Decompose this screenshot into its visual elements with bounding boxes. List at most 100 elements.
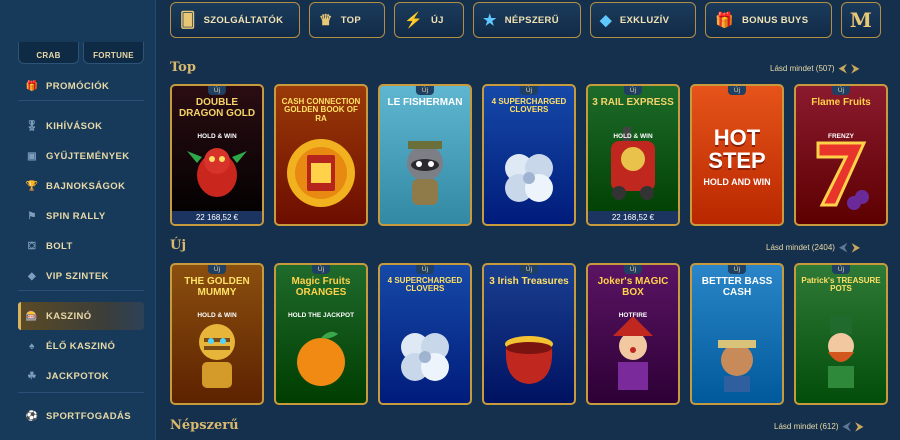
- next-arrow-icon[interactable]: ⮞: [851, 241, 860, 253]
- game-title: 4 SUPERCHARGED CLOVERS: [387, 276, 463, 294]
- game-title: LE FISHERMAN: [387, 97, 463, 108]
- m-logo-icon: M: [849, 8, 873, 32]
- sidebar-item-2[interactable]: 🎖 KIHÍVÁSOK: [18, 112, 144, 140]
- game-subtitle: HOLD & WIN: [197, 133, 237, 140]
- category-label: SZOLGÁLTATÓK: [203, 14, 284, 26]
- category-tab-7[interactable]: M: [841, 2, 881, 38]
- new-badge: Új: [311, 265, 331, 274]
- new-badge: Új: [207, 265, 227, 274]
- jackpot-amount: 22 168,52 €: [172, 211, 262, 224]
- category-tab-3[interactable]: ⚡ ÚJ: [394, 2, 464, 38]
- new-badge: Új: [415, 86, 435, 95]
- game-card[interactable]: Új HOT STEP HOLD AND WIN: [690, 84, 784, 226]
- sidebar-item-1[interactable]: 🎁 PROMÓCIÓK: [18, 72, 144, 100]
- category-tab-2[interactable]: ♛ TOP: [309, 2, 385, 38]
- game-subtitle: HOLD & WIN: [613, 133, 653, 140]
- game-subtitle: HOLD THE JACKPOT: [287, 312, 355, 319]
- gem-icon: ◆: [600, 12, 612, 29]
- game-card[interactable]: Új Patrick's TREASURE POTS: [794, 263, 888, 405]
- game-card[interactable]: Új 4 SUPERCHARGED CLOVERS: [378, 263, 472, 405]
- game-title: Joker's MAGIC BOX: [597, 276, 669, 298]
- sidebar-item-4[interactable]: 🏆 BAJNOKSÁGOK: [18, 172, 144, 200]
- sidebar-item-label: PROMÓCIÓK: [46, 80, 110, 92]
- crown-icon: ♛: [319, 12, 333, 29]
- game-card[interactable]: Új THE GOLDEN MUMMY HOLD & WIN: [170, 263, 264, 405]
- sidebar-item-label: BAJNOKSÁGOK: [46, 180, 126, 192]
- sidebar-item-label: KIHÍVÁSOK: [46, 120, 103, 132]
- live-casino-icon: ♠: [29, 340, 35, 352]
- sidebar-divider: [18, 290, 144, 291]
- category-tab-6[interactable]: 🎁 BONUS BUYS: [705, 2, 832, 38]
- game-card[interactable]: Új Magic Fruits ORANGES HOLD THE JACKPOT: [274, 263, 368, 405]
- star-icon: ★: [483, 12, 497, 29]
- gift-box-icon: 🎁: [715, 12, 734, 29]
- sidebar-top-chips: CRAB FORTUNE: [18, 42, 144, 64]
- sidebar-item-10[interactable]: ☘ JACKPOTOK: [18, 362, 144, 390]
- prev-arrow-icon[interactable]: ⮜: [838, 62, 847, 74]
- game-card[interactable]: Új BETTER BASS CASH: [690, 263, 784, 405]
- game-artwork: [182, 133, 252, 208]
- game-title: Patrick's TREASURE POTS: [801, 276, 881, 294]
- game-artwork: [598, 312, 668, 397]
- game-title: 4 SUPERCHARGED CLOVERS: [491, 97, 567, 115]
- game-card[interactable]: Új LE FISHERMAN: [378, 84, 472, 226]
- prev-arrow-icon[interactable]: ⮜: [842, 420, 851, 432]
- category-bar: 🂠 SZOLGÁLTATÓK ♛ TOP ⚡ ÚJ ★ NÉPSZERŰ ◆ EXKLUZÍV 🎁 B…: [170, 2, 881, 42]
- sidebar-item-label: KASZINÓ: [46, 310, 92, 322]
- sidebar-item-6[interactable]: ⛋ BOLT: [18, 232, 144, 260]
- category-tab-4[interactable]: ★ NÉPSZERŰ: [473, 2, 581, 38]
- game-title: 3 Irish Treasures: [489, 276, 569, 287]
- category-label: ÚJ: [430, 14, 444, 26]
- new-badge: Új: [415, 265, 435, 274]
- game-card[interactable]: Új Joker's MAGIC BOX HOTFIRE: [586, 263, 680, 405]
- category-tab-1[interactable]: 🂠 SZOLGÁLTATÓK: [170, 2, 300, 38]
- game-artwork: [806, 312, 876, 397]
- card-icon: 🂠: [180, 12, 196, 29]
- prev-arrow-icon[interactable]: ⮜: [839, 241, 848, 253]
- game-card[interactable]: Új 3 RAIL EXPRESS HOLD & WIN 22 168,52 €: [586, 84, 680, 226]
- slot-machine-icon: 🎰: [25, 310, 39, 322]
- game-title: Magic Fruits ORANGES: [291, 276, 351, 298]
- new-badge: Új: [623, 265, 643, 274]
- sidebar-item-7[interactable]: ◆ VIP SZINTEK: [18, 262, 144, 290]
- game-card[interactable]: Új 4 SUPERCHARGED CLOVERS: [482, 84, 576, 226]
- game-row-top: Új DOUBLE DRAGON GOLD HOLD & WIN 22 168,52 …: [170, 84, 890, 226]
- new-badge: Új: [519, 86, 539, 95]
- new-badge: Új: [519, 265, 539, 274]
- see-all-nepszeru: Lásd mindet (612) ⮜ ⮞: [774, 420, 864, 432]
- shop-icon: ⛋: [27, 240, 36, 252]
- see-all-uj-link[interactable]: Lásd mindet (2404): [766, 243, 835, 252]
- sidebar-chip-crab[interactable]: CRAB: [18, 42, 79, 64]
- sidebar-item-11[interactable]: ⚽ SPORTFOGADÁS: [18, 402, 144, 430]
- game-artwork: [390, 322, 460, 397]
- new-badge: Új: [831, 265, 851, 274]
- sidebar-chip-fortune[interactable]: FORTUNE: [83, 42, 144, 64]
- sidebar-item-5[interactable]: ⚑ SPIN RALLY: [18, 202, 144, 230]
- see-all-top-link[interactable]: Lásd mindet (507): [770, 64, 834, 73]
- sidebar-item-9[interactable]: ♠ ÉLŐ KASZINÓ: [18, 332, 144, 360]
- new-badge: Új: [727, 86, 747, 95]
- next-arrow-icon[interactable]: ⮞: [855, 420, 864, 432]
- game-card[interactable]: CASH CONNECTION GOLDEN BOOK OF RA: [274, 84, 368, 226]
- see-all-top: Lásd mindet (507) ⮜ ⮞: [770, 62, 860, 74]
- jackpot-amount: 22 168,52 €: [588, 211, 678, 224]
- new-badge: Új: [623, 86, 643, 95]
- category-tab-5[interactable]: ◆ EXKLUZÍV: [590, 2, 696, 38]
- sidebar-item-label: SPORTFOGADÁS: [46, 410, 132, 422]
- game-card[interactable]: Új DOUBLE DRAGON GOLD HOLD & WIN 22 168,52 …: [170, 84, 264, 226]
- game-title: DOUBLE DRAGON GOLD: [178, 97, 256, 119]
- section-title-nepszeru: Népszerű: [170, 418, 239, 433]
- category-label: BONUS BUYS: [741, 14, 809, 26]
- see-all-nepszeru-link[interactable]: Lásd mindet (612): [774, 422, 838, 431]
- game-artwork: [286, 322, 356, 397]
- sidebar-item-3[interactable]: ▣ GYŰJTEMÉNYEK: [18, 142, 144, 170]
- medal-icon: 🎖: [25, 120, 39, 132]
- gift-icon: 🎁: [25, 80, 39, 92]
- sidebar-item-label: BOLT: [46, 240, 73, 252]
- sidebar-item-8[interactable]: 🎰 KASZINÓ: [18, 302, 144, 330]
- sidebar-item-label: ÉLŐ KASZINÓ: [46, 340, 116, 352]
- game-card[interactable]: Új 3 Irish Treasures: [482, 263, 576, 405]
- game-card[interactable]: Új Flame Fruits FRENZY: [794, 84, 888, 226]
- next-arrow-icon[interactable]: ⮞: [851, 62, 860, 74]
- diamond-icon: ◆: [27, 270, 37, 282]
